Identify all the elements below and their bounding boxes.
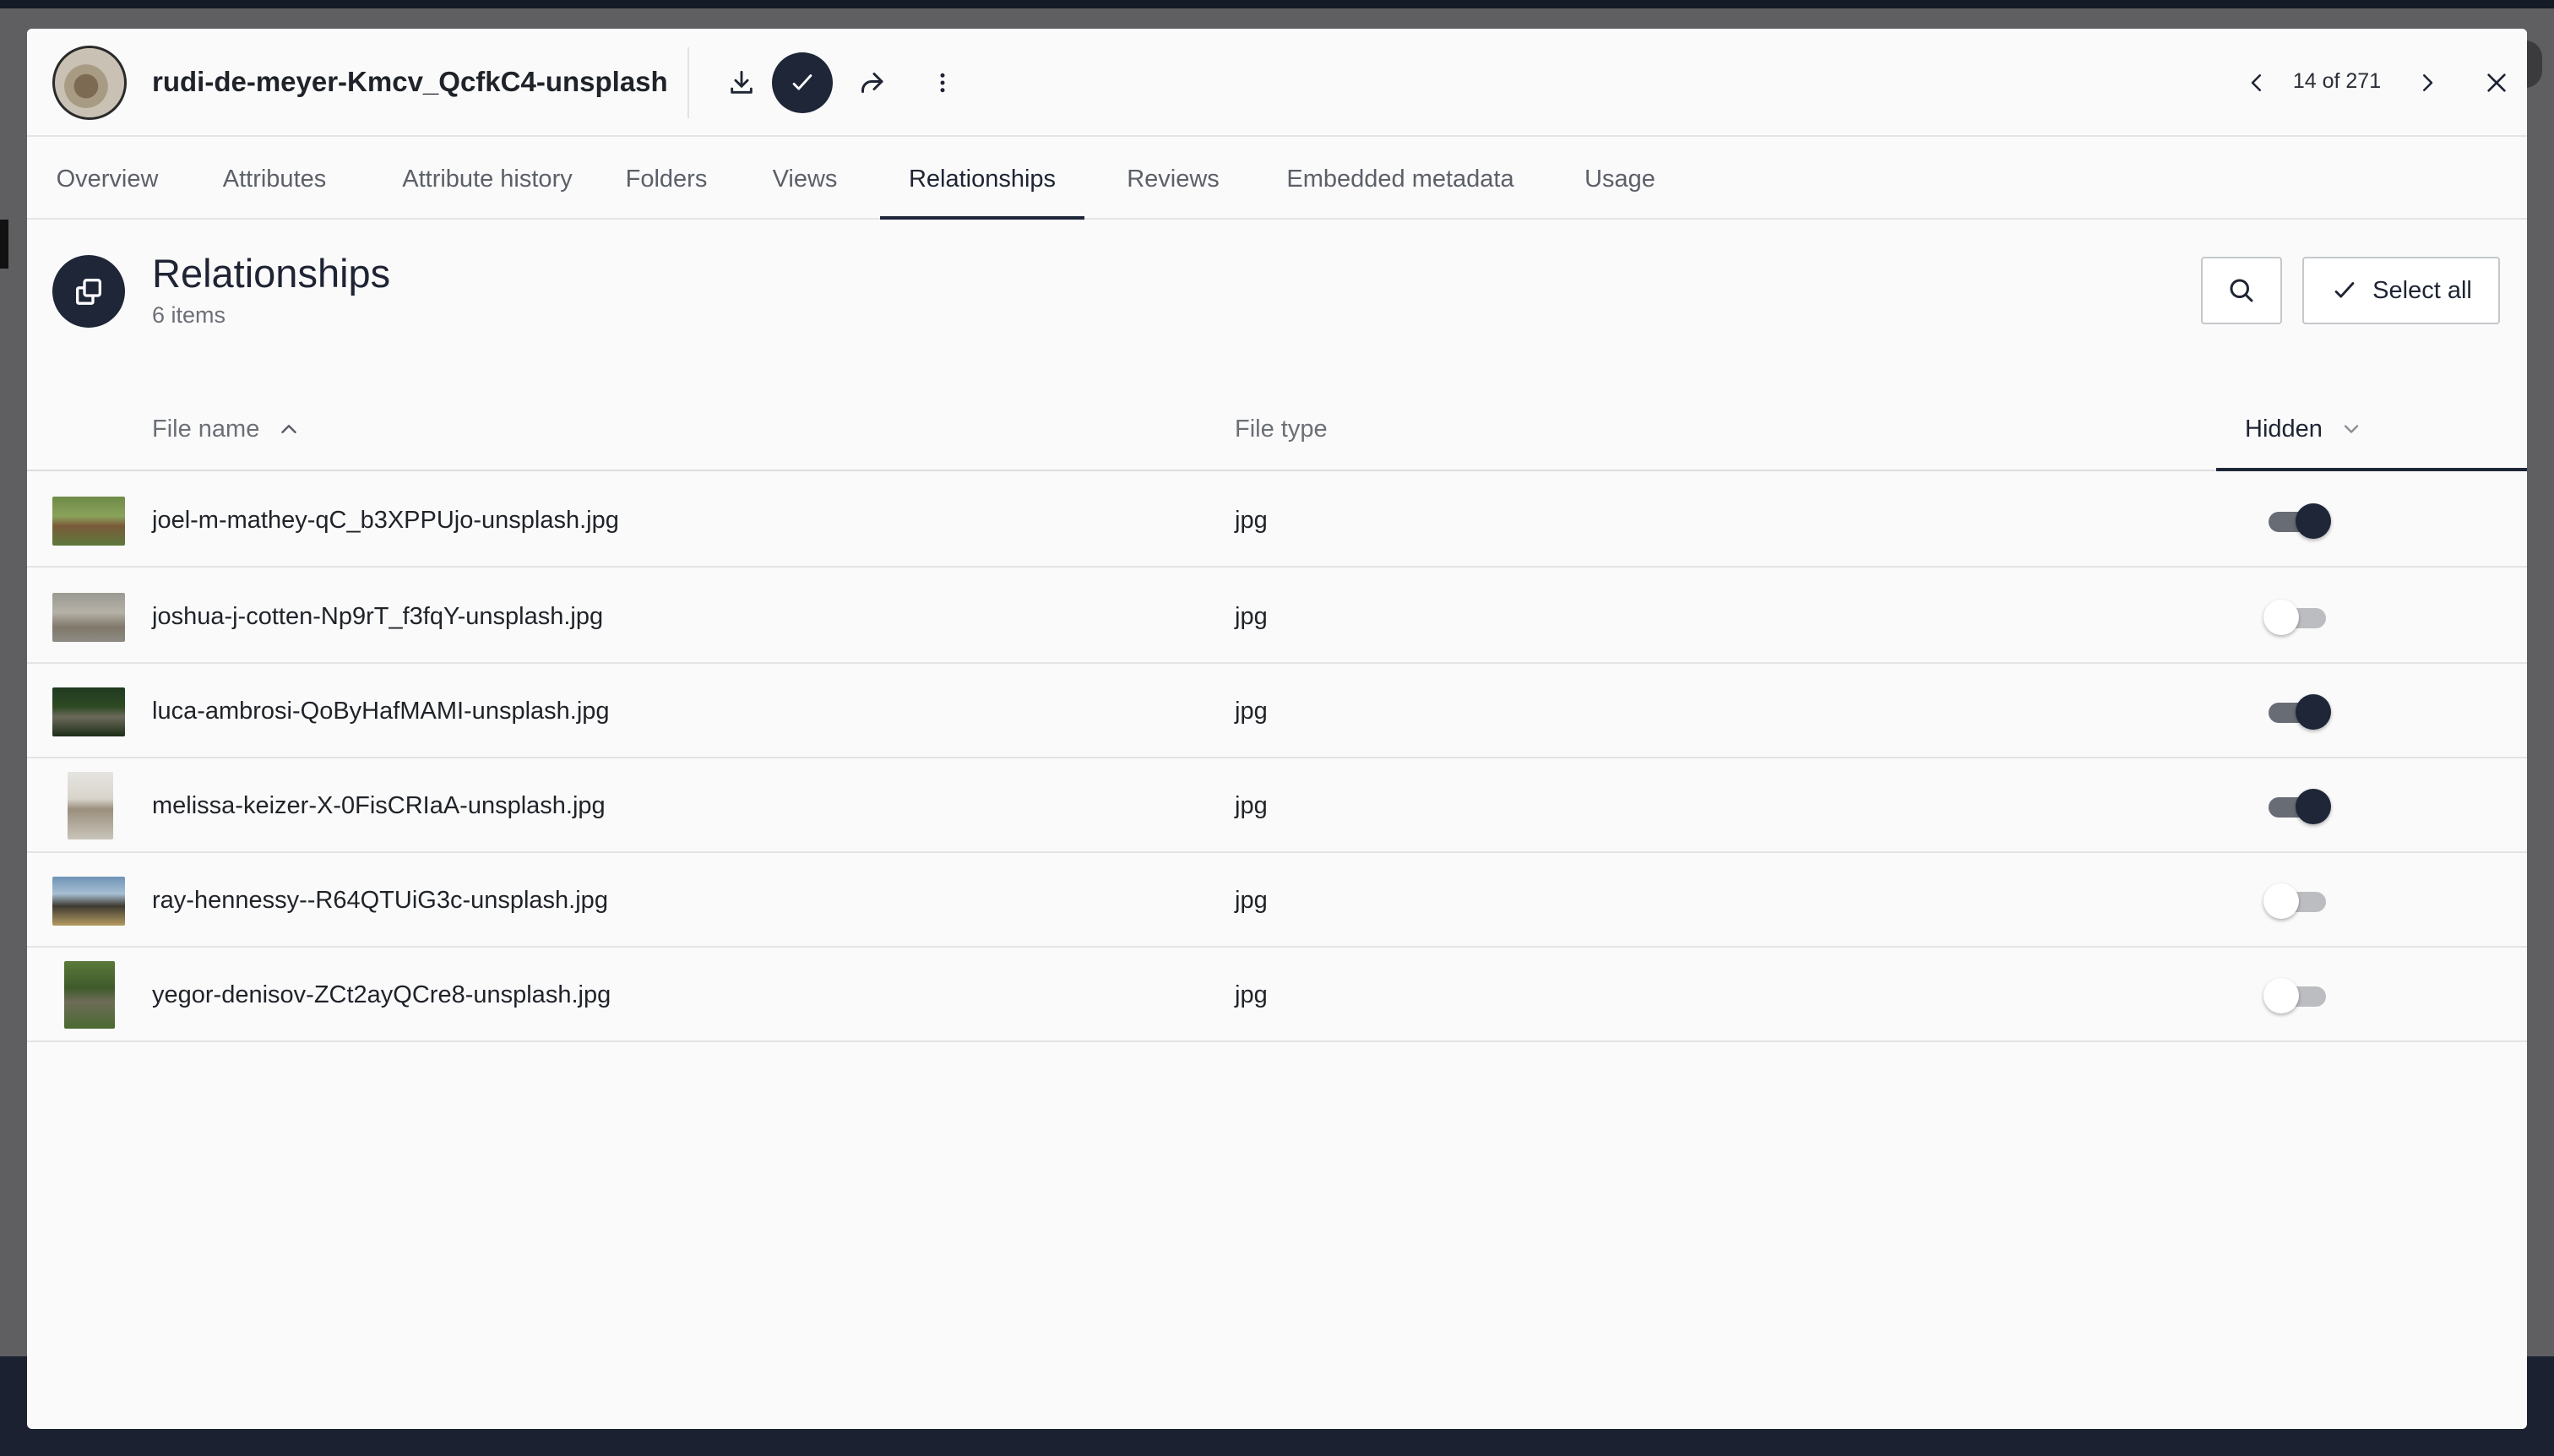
select-all-label: Select all	[2372, 276, 2472, 304]
hidden-toggle[interactable]	[2263, 789, 2331, 824]
tab-folders[interactable]: Folders	[620, 139, 713, 220]
backdrop-top-bar	[0, 0, 2554, 8]
sort-ascending-icon	[281, 425, 297, 433]
hidden-toggle[interactable]	[2263, 503, 2331, 539]
check-icon	[2334, 282, 2355, 298]
tab-attribute-history[interactable]: Attribute history	[373, 139, 601, 220]
tab-relationships[interactable]: Relationships	[880, 139, 1084, 220]
hidden-toggle[interactable]	[2263, 600, 2331, 635]
file-name: yegor-denisov-ZCt2ayQCre8-unsplash.jpg	[152, 981, 611, 1008]
more-vertical-icon	[940, 73, 945, 93]
file-thumbnail	[52, 497, 125, 546]
file-thumbnail	[68, 772, 113, 839]
next-asset-button[interactable]	[2399, 54, 2456, 111]
column-header-file-type[interactable]: File type	[1235, 387, 1328, 471]
file-thumbnail	[52, 687, 125, 736]
tab-overview[interactable]: Overview	[54, 139, 160, 220]
file-thumbnail	[52, 593, 125, 642]
file-type: jpg	[1235, 698, 1268, 725]
share-icon	[861, 73, 883, 93]
tab-usage[interactable]: Usage	[1559, 139, 1681, 220]
file-name: luca-ambrosi-QoByHafMAMI-unsplash.jpg	[152, 698, 610, 725]
toggle-knob	[2296, 694, 2331, 730]
section-title: Relationships	[152, 251, 391, 296]
tab-embedded-metadata[interactable]: Embedded metadata	[1260, 139, 1541, 220]
file-name: joshua-j-cotten-Np9rT_f3fqY-unsplash.jpg	[152, 603, 604, 630]
column-label-file-type: File type	[1235, 416, 1328, 443]
close-button[interactable]	[2468, 54, 2525, 111]
item-count: 6 items	[152, 302, 226, 328]
chevron-right-icon	[2423, 74, 2433, 91]
download-icon	[731, 70, 753, 94]
hidden-toggle[interactable]	[2263, 978, 2331, 1013]
download-button[interactable]	[713, 54, 770, 111]
table-row[interactable]: melissa-keizer-X-0FisCRIaA-unsplash.jpg …	[27, 758, 2527, 853]
close-icon	[2487, 73, 2506, 92]
active-tab-indicator	[880, 216, 1084, 220]
toggle-knob	[2263, 883, 2299, 919]
backdrop-edge-marker	[0, 220, 8, 269]
toggle-knob	[2263, 978, 2299, 1013]
table-row[interactable]: yegor-denisov-ZCt2ayQCre8-unsplash.jpg j…	[27, 948, 2527, 1042]
sorted-column-indicator	[2216, 468, 2527, 471]
chevron-left-icon	[2251, 74, 2261, 91]
table-row[interactable]: joshua-j-cotten-Np9rT_f3fqY-unsplash.jpg…	[27, 569, 2527, 664]
pager-position: 14 of 271	[2292, 69, 2382, 93]
hidden-toggle[interactable]	[2263, 883, 2331, 919]
approve-button[interactable]	[772, 52, 833, 113]
file-type: jpg	[1235, 603, 1268, 630]
file-type: jpg	[1235, 507, 1268, 534]
file-type: jpg	[1235, 887, 1268, 914]
toggle-knob	[2296, 503, 2331, 539]
tab-reviews[interactable]: Reviews	[1108, 139, 1238, 220]
relationships-section-icon	[52, 255, 125, 328]
file-type: jpg	[1235, 981, 1268, 1008]
header-divider	[687, 47, 689, 118]
column-header-file-name[interactable]: File name	[152, 387, 302, 471]
file-thumbnail	[64, 961, 115, 1029]
check-icon	[792, 74, 812, 90]
file-name: melissa-keizer-X-0FisCRIaA-unsplash.jpg	[152, 792, 606, 819]
hidden-toggle[interactable]	[2263, 694, 2331, 730]
share-button[interactable]	[843, 54, 900, 111]
column-label-hidden: Hidden	[2245, 416, 2323, 443]
search-button[interactable]	[2201, 257, 2282, 324]
toggle-knob	[2296, 789, 2331, 824]
asset-title: rudi-de-meyer-Kmcv_QcfkC4-unsplash	[152, 66, 668, 97]
tab-attributes[interactable]: Attributes	[211, 139, 338, 220]
toggle-knob	[2263, 600, 2299, 635]
search-icon	[2230, 279, 2253, 302]
file-name: ray-hennessy--R64QTUiG3c-unsplash.jpg	[152, 887, 608, 914]
asset-thumbnail	[52, 46, 127, 120]
table-header: File name File type Hidden	[27, 387, 2527, 471]
file-name: joel-m-mathey-qC_b3XPPUjo-unsplash.jpg	[152, 507, 619, 534]
tab-bar: Overview Attributes Attribute history Fo…	[27, 139, 2527, 220]
table-row[interactable]: ray-hennessy--R64QTUiG3c-unsplash.jpg jp…	[27, 853, 2527, 948]
asset-detail-modal: rudi-de-meyer-Kmcv_QcfkC4-unsplash 14 of…	[27, 29, 2527, 1429]
file-type: jpg	[1235, 792, 1268, 819]
table-row[interactable]: joel-m-mathey-qC_b3XPPUjo-unsplash.jpg j…	[27, 473, 2527, 568]
tab-views[interactable]: Views	[767, 139, 843, 220]
modal-header: rudi-de-meyer-Kmcv_QcfkC4-unsplash 14 of…	[27, 29, 2527, 137]
table-row[interactable]: luca-ambrosi-QoByHafMAMI-unsplash.jpg jp…	[27, 664, 2527, 758]
copy-icon	[76, 279, 101, 305]
more-options-button[interactable]	[914, 54, 971, 111]
chevron-down-icon	[2344, 425, 2359, 433]
column-header-hidden[interactable]: Hidden	[2245, 387, 2363, 471]
column-label-file-name: File name	[152, 416, 260, 443]
file-thumbnail	[52, 877, 125, 926]
select-all-button[interactable]: Select all	[2302, 257, 2500, 324]
